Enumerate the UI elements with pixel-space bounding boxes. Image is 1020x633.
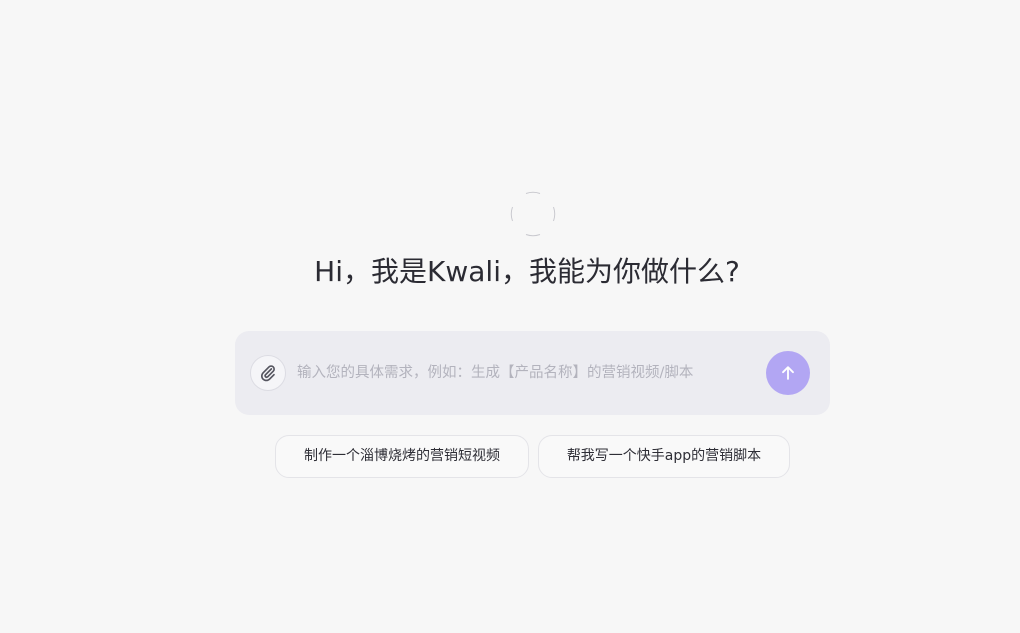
prompt-composer xyxy=(235,331,830,415)
paperclip-icon xyxy=(260,365,275,382)
loading-logo-icon xyxy=(510,191,556,237)
send-button[interactable] xyxy=(766,351,810,395)
greeting-title: Hi，我是Kwali，我能为你做什么? xyxy=(314,255,740,288)
arrow-up-icon xyxy=(782,366,794,380)
suggestion-chip[interactable]: 帮我写一个快手app的营销脚本 xyxy=(538,435,790,478)
attach-button[interactable] xyxy=(250,355,286,391)
prompt-input[interactable] xyxy=(297,361,757,385)
chat-home: Hi，我是Kwali，我能为你做什么? 制作一个淄博烧烤的营销短视频 帮我写一个… xyxy=(0,0,1020,633)
suggestion-chip[interactable]: 制作一个淄博烧烤的营销短视频 xyxy=(275,435,529,478)
